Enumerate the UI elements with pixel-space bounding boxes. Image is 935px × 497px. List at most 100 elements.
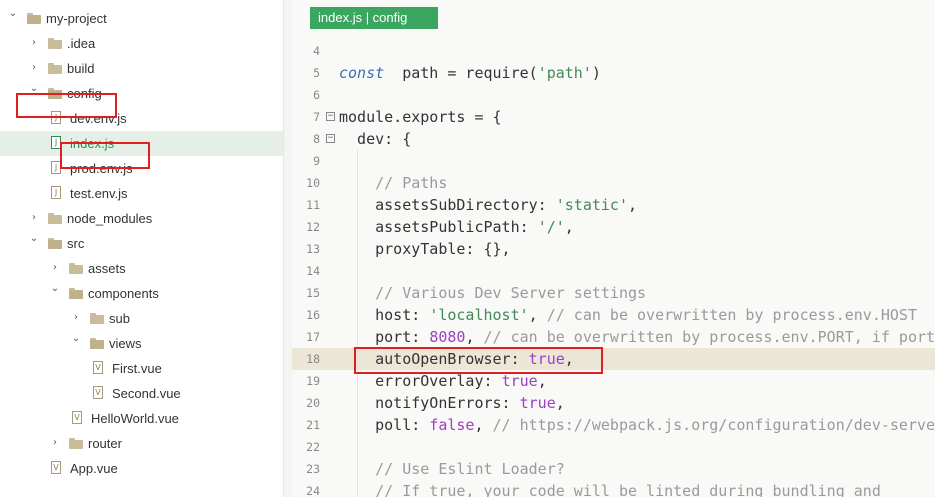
chevron-right-icon[interactable]: ›	[71, 312, 81, 324]
code-line[interactable]: 5 const path = require('path')	[292, 62, 935, 84]
code-token: port:	[339, 328, 430, 346]
code-token: ,	[528, 306, 547, 324]
code-line[interactable]: 24 // If true, your code will be linted …	[292, 480, 935, 497]
tree-folder-build[interactable]: › build	[0, 56, 283, 81]
tree-folder-idea[interactable]: › .idea	[0, 31, 283, 56]
chevron-right-icon[interactable]: ›	[29, 62, 39, 74]
annotation-box-config	[16, 93, 117, 118]
code-line[interactable]: 12 assetsPublicPath: '/',	[292, 216, 935, 238]
tree-folder-src[interactable]: ⌄ src	[0, 231, 283, 256]
tree-item-label: router	[88, 436, 122, 451]
code-token: errorOverlay:	[339, 372, 502, 390]
code-line[interactable]: 9	[292, 150, 935, 172]
code-line[interactable]: 17 port: 8080, // can be overwritten by …	[292, 326, 935, 348]
code-line[interactable]: 11 assetsSubDirectory: 'static',	[292, 194, 935, 216]
fold-toggle-icon[interactable]: −	[326, 112, 335, 121]
tree-item-label: src	[67, 236, 85, 251]
line-number: 7	[313, 110, 320, 124]
code-token: // Paths	[339, 174, 448, 192]
tree-item-label: sub	[109, 311, 130, 326]
tree-folder-assets[interactable]: › assets	[0, 256, 283, 281]
chevron-down-icon[interactable]: ⌄	[29, 233, 39, 245]
tree-file-helloworld-vue[interactable]: V HelloWorld.vue	[0, 406, 283, 431]
chevron-down-icon[interactable]: ⌄	[71, 333, 81, 345]
code-token: ,	[537, 372, 547, 390]
tree-folder-router[interactable]: › router	[0, 431, 283, 456]
chevron-right-icon[interactable]: ›	[50, 262, 60, 274]
tree-item-label: HelloWorld.vue	[91, 411, 179, 426]
editor-tab[interactable]: index.js | config	[310, 7, 438, 29]
code-line[interactable]: 4	[292, 40, 935, 62]
line-number: 11	[306, 198, 320, 212]
line-number: 18	[306, 352, 320, 366]
code-line[interactable]: 13 proxyTable: {},	[292, 238, 935, 260]
code-line[interactable]: 8− dev: {	[292, 128, 935, 150]
code-line[interactable]: 6	[292, 84, 935, 106]
code-line[interactable]: 10 // Paths	[292, 172, 935, 194]
line-number: 15	[306, 286, 320, 300]
code-text: host: 'localhost', // can be overwritten…	[339, 306, 917, 324]
code-line[interactable]: 15 // Various Dev Server settings	[292, 282, 935, 304]
code-token: // can be overwritten by process.env.POR…	[483, 328, 935, 346]
tree-folder-node-modules[interactable]: › node_modules	[0, 206, 283, 231]
tree-folder-views[interactable]: ⌄ views	[0, 331, 283, 356]
code-line[interactable]: 14	[292, 260, 935, 282]
code-line[interactable]: 16 host: 'localhost', // can be overwrit…	[292, 304, 935, 326]
code-line[interactable]: 21 poll: false, // https://webpack.js.or…	[292, 414, 935, 436]
tree-folder-my-project[interactable]: ⌄ my-project	[0, 6, 283, 31]
folder-open-icon	[27, 13, 41, 24]
vue-file-icon: V	[93, 361, 103, 374]
line-number: 21	[306, 418, 320, 432]
vue-file-icon: V	[51, 461, 61, 474]
chevron-down-icon[interactable]: ⌄	[50, 283, 60, 295]
code-text: notifyOnErrors: true,	[339, 394, 565, 412]
chevron-right-icon[interactable]: ›	[29, 212, 39, 224]
annotation-box-index-js	[60, 142, 150, 169]
line-number: 24	[306, 484, 320, 497]
code-token: 8080	[429, 328, 466, 346]
code-text: proxyTable: {},	[339, 240, 510, 258]
panel-splitter[interactable]	[283, 0, 292, 497]
code-line[interactable]: 22	[292, 436, 935, 458]
code-text: dev: {	[339, 130, 411, 148]
code-token: notifyOnErrors:	[339, 394, 520, 412]
code-token: 'path'	[537, 64, 592, 82]
tree-folder-sub[interactable]: › sub	[0, 306, 283, 331]
tree-folder-components[interactable]: ⌄ components	[0, 281, 283, 306]
code-token: assetsSubDirectory:	[339, 196, 556, 214]
folder-icon	[48, 63, 62, 74]
line-number: 23	[306, 462, 320, 476]
line-number: 9	[313, 154, 320, 168]
line-number: 4	[313, 44, 320, 58]
tree-item-label: my-project	[46, 11, 107, 26]
line-number: 14	[306, 264, 320, 278]
tree-file-app-vue[interactable]: V App.vue	[0, 456, 283, 481]
tree-file-test-env-js[interactable]: Jtest.env.js	[0, 181, 283, 206]
chevron-down-icon[interactable]: ⌄	[8, 8, 18, 20]
folder-icon	[48, 38, 62, 49]
code-editor[interactable]: index.js | config 4 5 const path = require…	[292, 0, 935, 497]
tree-file-second-vue[interactable]: V Second.vue	[0, 381, 283, 406]
code-line[interactable]: 23 // Use Eslint Loader?	[292, 458, 935, 480]
code-token: ,	[564, 218, 574, 236]
code-text: module.exports = {	[339, 108, 502, 126]
code-text: // If true, your code will be linted dur…	[339, 482, 881, 497]
code-text: // Paths	[339, 174, 447, 192]
chevron-right-icon[interactable]: ›	[50, 437, 60, 449]
code-text: const path = require('path')	[339, 64, 601, 82]
project-tree-panel: ⌄ my-project › .idea › build ⌄ config Jdev.env.j…	[0, 0, 283, 497]
fold-toggle-icon[interactable]: −	[326, 134, 335, 143]
tree-file-first-vue[interactable]: V First.vue	[0, 356, 283, 381]
code-line[interactable]: 20 notifyOnErrors: true,	[292, 392, 935, 414]
code-token: false	[429, 416, 475, 434]
code-token: true	[501, 372, 538, 390]
editor-tab-label: index.js | config	[318, 10, 408, 25]
indent-guide	[357, 150, 358, 497]
vue-file-icon: V	[72, 411, 82, 424]
chevron-right-icon[interactable]: ›	[29, 37, 39, 49]
tree-item-label: First.vue	[112, 361, 162, 376]
folder-open-icon	[48, 238, 62, 249]
code-line[interactable]: 7− module.exports = {	[292, 106, 935, 128]
code-token: // can be overwritten by process.env.HOS…	[546, 306, 917, 324]
code-token: ,	[474, 416, 493, 434]
